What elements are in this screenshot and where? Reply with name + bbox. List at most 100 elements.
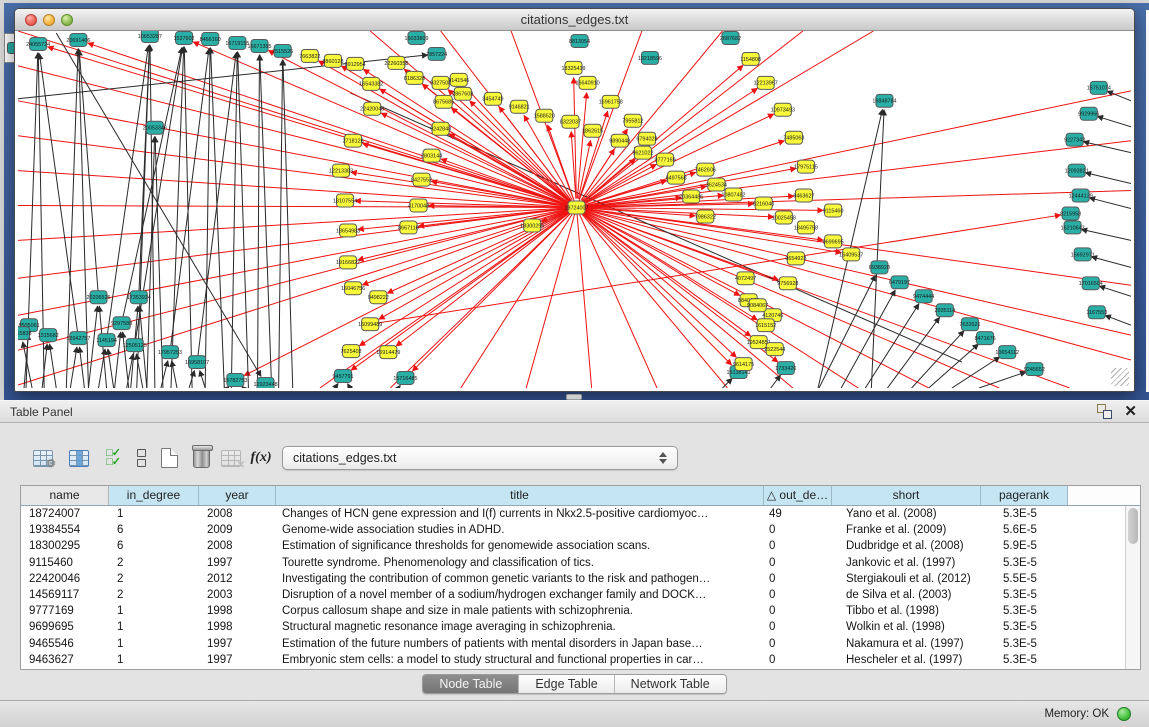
network-node[interactable]: 16099489 xyxy=(358,318,382,331)
close-panel-icon[interactable]: ✕ xyxy=(1124,404,1137,419)
new-table-icon[interactable] xyxy=(156,444,182,472)
citation-edge-black[interactable] xyxy=(184,47,192,388)
table-row[interactable]: 946554611997Estimation of the future num… xyxy=(21,636,1140,652)
minimize-window-button[interactable] xyxy=(43,14,55,26)
network-node[interactable]: 10025458 xyxy=(772,211,796,224)
network-node[interactable]: 18654983 xyxy=(336,224,360,237)
table-cell[interactable]: Estimation of significance thresholds fo… xyxy=(276,538,764,554)
table-row[interactable]: 1830029562008Estimation of significance … xyxy=(21,538,1140,554)
table-cell[interactable]: 1998 xyxy=(199,619,276,635)
network-node[interactable]: 9498222 xyxy=(368,291,389,304)
network-node[interactable]: 16210643 xyxy=(1061,221,1085,234)
network-node[interactable]: 2718126 xyxy=(343,134,364,147)
table-cell[interactable]: 5.3E-5 xyxy=(981,636,1068,652)
citation-edge-black[interactable] xyxy=(1089,198,1131,209)
network-node[interactable]: 8454749 xyxy=(482,92,503,105)
table-cell[interactable]: Dudbridge et al. (2008) xyxy=(832,538,981,554)
network-node[interactable]: 4072497 xyxy=(735,272,756,285)
select-columns-check-icon[interactable]: □✓□✓ xyxy=(100,444,126,472)
network-node[interactable]: 9242848 xyxy=(430,122,451,135)
network-node[interactable]: 4170048 xyxy=(408,199,429,212)
column-select-icon[interactable] xyxy=(66,444,92,472)
network-node[interactable]: 8322037 xyxy=(560,115,581,128)
network-node[interactable]: 1733426 xyxy=(775,362,796,375)
network-node[interactable]: 18325419 xyxy=(561,61,585,74)
network-node[interactable]: 3624534 xyxy=(706,178,727,191)
network-node[interactable]: 18724007 xyxy=(564,201,588,214)
table-cell[interactable]: 5.3E-5 xyxy=(981,555,1068,571)
network-node[interactable]: 6479197 xyxy=(889,276,910,289)
network-node[interactable]: 10653287 xyxy=(138,31,162,42)
table-cell[interactable]: 0 xyxy=(764,619,832,635)
vertical-scrollbar[interactable] xyxy=(1125,506,1140,669)
citation-edge-black[interactable] xyxy=(50,344,57,388)
table-cell[interactable]: 2012 xyxy=(199,571,276,587)
close-window-button[interactable] xyxy=(25,14,37,26)
column-header[interactable]: pagerank xyxy=(981,486,1068,505)
citation-edge-red[interactable] xyxy=(583,214,736,358)
table-cell[interactable]: 5.3E-5 xyxy=(981,652,1068,668)
citation-edge-black[interactable] xyxy=(172,361,177,388)
citation-edge-red[interactable] xyxy=(413,214,571,371)
network-node[interactable]: 9115460 xyxy=(823,204,844,217)
network-node[interactable]: 9890448 xyxy=(609,134,630,147)
network-node[interactable]: 16409537 xyxy=(839,248,863,261)
citation-edge-black[interactable] xyxy=(258,55,260,388)
network-node[interactable]: 1145194 xyxy=(96,334,117,347)
table-cell[interactable]: Yano et al. (2008) xyxy=(832,506,981,522)
citation-edge-black[interactable] xyxy=(200,371,205,388)
network-node[interactable]: 7485063 xyxy=(783,131,804,144)
network-node[interactable]: 2687682 xyxy=(720,31,741,44)
table-cell[interactable]: Estimation of the future numbers of pati… xyxy=(276,636,764,652)
tab-edge-table[interactable]: Edge Table xyxy=(519,675,614,693)
network-node[interactable]: 10654112 xyxy=(995,346,1019,359)
network-node[interactable]: 16958107 xyxy=(185,356,209,369)
network-node[interactable]: 15692971 xyxy=(1071,248,1095,261)
network-node[interactable]: 15716485 xyxy=(393,372,417,385)
table-cell[interactable]: 0 xyxy=(764,603,832,619)
table-cell[interactable]: 14569117 xyxy=(21,587,109,603)
table-cell[interactable]: 0 xyxy=(764,571,832,587)
network-node[interactable]: 15751074 xyxy=(1087,81,1111,94)
table-cell[interactable]: Nakamura et al. (1997) xyxy=(832,636,981,652)
network-node[interactable]: 9297588 xyxy=(111,317,132,330)
citation-edge-red[interactable] xyxy=(577,208,592,388)
citation-edge-red[interactable] xyxy=(577,141,1131,208)
table-cell[interactable]: Embryonic stem cells: a model to study s… xyxy=(276,652,764,668)
table-cell[interactable]: 9465546 xyxy=(21,636,109,652)
table-cell[interactable]: 5.5E-5 xyxy=(981,571,1068,587)
network-node[interactable]: 2867608 xyxy=(452,87,473,100)
table-cell[interactable]: 1 xyxy=(109,619,199,635)
network-node[interactable]: 7663822 xyxy=(299,49,320,62)
citation-edge-black[interactable] xyxy=(211,48,225,388)
network-node[interactable]: 2803144 xyxy=(421,149,442,162)
network-node[interactable]: 6216040 xyxy=(753,197,774,210)
citation-edge-black[interactable] xyxy=(771,375,781,388)
network-node[interactable]: 9654923 xyxy=(785,252,806,265)
network-node[interactable]: 9227343 xyxy=(1064,133,1085,146)
citation-edge-red[interactable] xyxy=(577,91,1131,208)
network-node[interactable]: 8813054 xyxy=(569,34,590,47)
table-cell[interactable]: 2 xyxy=(109,555,199,571)
table-cell[interactable]: 0 xyxy=(764,652,832,668)
network-node[interactable]: 8675685 xyxy=(433,95,454,108)
table-cell[interactable]: 1997 xyxy=(199,652,276,668)
column-header[interactable]: year xyxy=(199,486,276,505)
network-node[interactable]: 9699695 xyxy=(823,235,844,248)
network-node[interactable]: 16848784 xyxy=(872,94,896,107)
network-node[interactable]: 16961758 xyxy=(599,95,623,108)
table-row[interactable]: 1938455462009Genome-wide association stu… xyxy=(21,522,1140,538)
network-node[interactable]: 10807482 xyxy=(721,188,745,201)
network-node[interactable]: 9929966 xyxy=(1078,107,1099,120)
citation-edge-black[interactable] xyxy=(1097,116,1131,126)
network-node[interactable]: 1527602 xyxy=(173,31,194,44)
table-cell[interactable]: 19384554 xyxy=(21,522,109,538)
citation-edge-black[interactable] xyxy=(231,52,237,388)
float-window-icon[interactable] xyxy=(1097,404,1112,419)
table-cell[interactable]: 1 xyxy=(109,652,199,668)
network-node[interactable]: 9756928 xyxy=(777,277,798,290)
network-node[interactable]: 2935114 xyxy=(934,304,955,317)
citation-edge-black[interactable] xyxy=(88,306,97,388)
network-node[interactable]: 12505125 xyxy=(123,339,147,352)
table-cell[interactable]: 49 xyxy=(764,506,832,522)
